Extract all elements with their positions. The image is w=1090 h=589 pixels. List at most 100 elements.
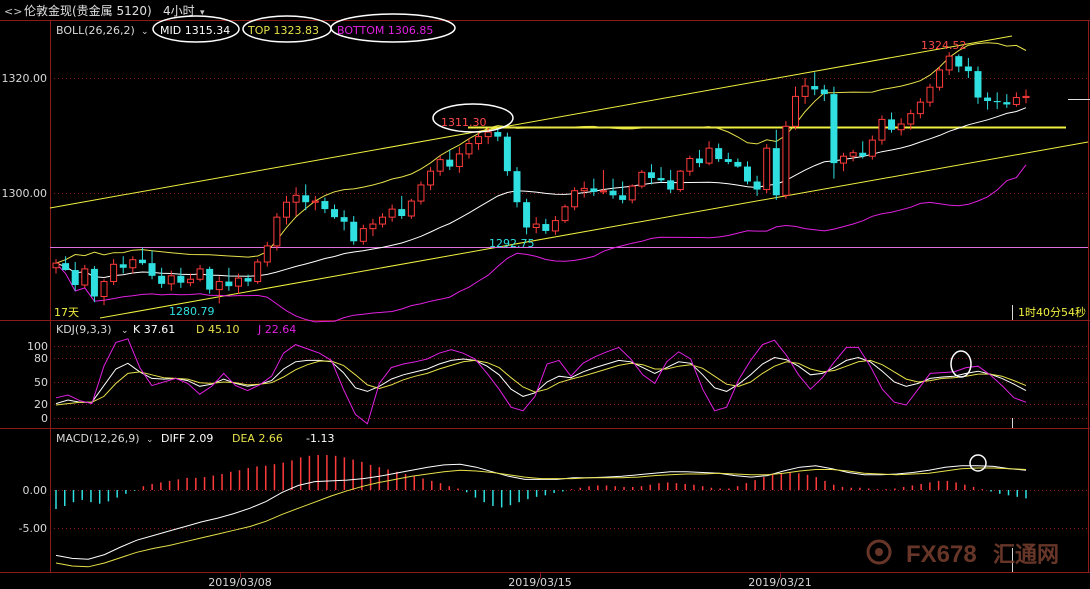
candle	[571, 187, 579, 211]
candle-body	[465, 143, 473, 155]
candle-body	[695, 158, 703, 164]
candle-body	[772, 148, 780, 196]
y-tick-1320: 1320.00	[2, 72, 48, 85]
x-tick-0308: 2019/03/08	[208, 576, 271, 589]
candle-body	[830, 94, 838, 164]
high-price-label: 1324.52	[921, 39, 967, 52]
candle-body	[792, 95, 800, 127]
mid-low-price-label: 1292.75	[489, 237, 535, 250]
candle-body	[897, 123, 905, 131]
boll-mid-value: MID 1315.34	[160, 24, 230, 37]
candle-body	[282, 201, 290, 218]
candle-body	[907, 113, 915, 125]
x-tick-0315: 2019/03/15	[508, 576, 571, 589]
candle-body	[167, 275, 175, 285]
candle-body	[244, 278, 252, 282]
candle-body	[743, 166, 751, 182]
candle-body	[292, 194, 300, 203]
candle-body	[782, 125, 790, 196]
candle-body	[686, 158, 694, 172]
candle-body	[1012, 97, 1020, 105]
y-tick-1300: 1300.00	[2, 187, 48, 200]
candle-body	[100, 281, 108, 297]
candle-body	[263, 245, 271, 263]
kdj-label: KDJ(9,3,3)	[56, 323, 112, 336]
kdj-tick-20: 20	[34, 398, 48, 411]
candle-body	[580, 187, 588, 192]
candle-body	[628, 185, 636, 201]
candle-body	[638, 171, 646, 187]
candle-body	[359, 228, 367, 242]
candle-body	[888, 119, 896, 130]
candle-body	[1022, 95, 1030, 99]
candle-body	[705, 147, 713, 164]
candle-body	[926, 86, 934, 103]
candle-body	[974, 71, 982, 98]
candle-body	[859, 152, 867, 157]
candle-body	[302, 195, 310, 203]
candle-body	[234, 277, 242, 287]
kdj-tick-80: 80	[34, 352, 48, 365]
kdj-chevron-icon[interactable]: ⌄	[121, 326, 129, 336]
macd-label: MACD(12,26,9)	[56, 432, 140, 445]
candle-body	[619, 195, 627, 200]
header-bar: <> 伦敦金现(贵金属 5120) 4小时 ▾	[4, 3, 205, 18]
candle-body	[254, 261, 262, 283]
candle	[763, 144, 771, 193]
candle-body	[138, 259, 146, 264]
candle-body	[1003, 102, 1011, 105]
candle-body	[657, 178, 665, 181]
candle-body	[494, 132, 502, 137]
candle-body	[523, 202, 531, 228]
candle-body	[590, 188, 598, 192]
candle	[273, 213, 281, 251]
candle-body	[81, 268, 89, 286]
candle-body	[667, 180, 675, 190]
macd-hist-value: -1.13	[306, 432, 334, 445]
symbol-title: 伦敦金现(贵金属 5120)	[24, 3, 152, 18]
candle-body	[475, 136, 483, 145]
candle-body	[407, 200, 415, 217]
candle-body	[984, 97, 992, 101]
candle-body	[119, 264, 127, 268]
candle-body	[868, 139, 876, 157]
candle	[936, 66, 944, 91]
candle-body	[177, 275, 185, 283]
kdj-tick-0: 0	[41, 412, 48, 425]
candle-body	[52, 262, 60, 269]
candle-body	[955, 56, 963, 67]
candle-body	[551, 220, 559, 232]
back-arrows-icon[interactable]: <>	[4, 5, 22, 18]
candle-body	[215, 281, 223, 291]
macd-chevron-icon[interactable]: ⌄	[146, 435, 154, 445]
candle	[407, 198, 415, 219]
candle-body	[609, 190, 617, 196]
chart-stage: <> 伦敦金现(贵金属 5120) 4小时 ▾ BOLL(26,26,2) ⌄ …	[0, 0, 1090, 589]
candle	[782, 121, 790, 199]
candle-body	[936, 69, 944, 88]
candle-body	[331, 209, 339, 218]
candle-body	[532, 223, 540, 229]
candle-body	[225, 281, 233, 287]
candle-body	[186, 278, 194, 284]
boll-top-value: TOP 1323.83	[247, 24, 319, 37]
candle-body	[455, 153, 463, 168]
candle-body	[206, 268, 214, 290]
candle-body	[542, 224, 550, 231]
candle-body	[753, 181, 761, 190]
candle-body	[647, 172, 655, 179]
candle-body	[273, 216, 281, 247]
boll-chevron-icon[interactable]: ⌄	[141, 27, 149, 37]
candle-body	[945, 55, 953, 71]
candle-body	[158, 275, 166, 284]
candle-body	[840, 155, 848, 164]
kdj-j-value: J 22.64	[257, 323, 296, 336]
candle-body	[110, 263, 118, 283]
candle-body	[417, 184, 425, 202]
candle-body	[90, 268, 98, 297]
boll-bottom-value: BOTTOM 1306.85	[337, 24, 433, 37]
candle-body	[62, 263, 70, 271]
candle-body	[321, 201, 329, 210]
candle-body	[379, 216, 387, 225]
candle-body	[484, 131, 492, 138]
